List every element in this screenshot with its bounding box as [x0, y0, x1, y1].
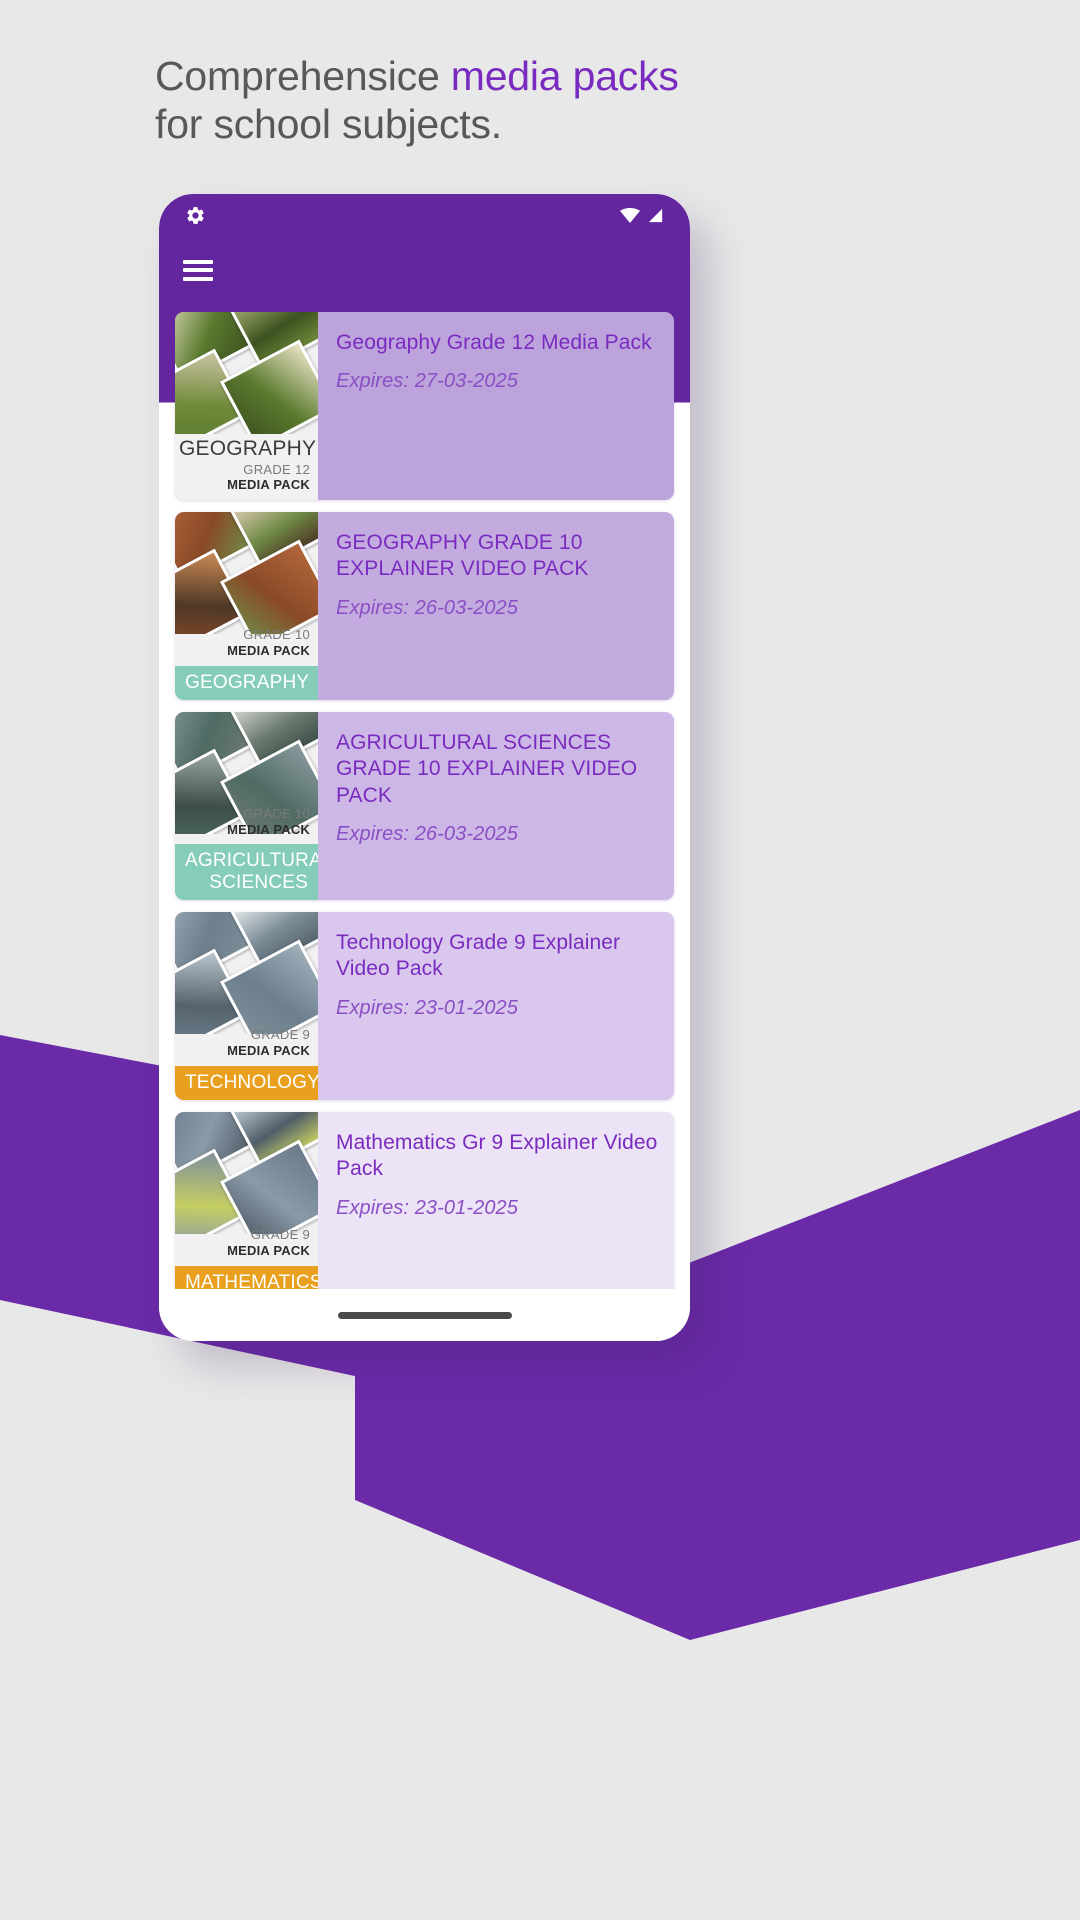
gear-icon	[187, 206, 204, 224]
hamburger-line	[183, 259, 213, 264]
wifi-icon	[620, 207, 640, 223]
media-pack-card[interactable]: GEOGRAPHY GRADE 12 MEDIA PACK Geography Gra…	[175, 312, 674, 500]
phone-screen: GEOGRAPHY GRADE 12 MEDIA PACK Geography Gra…	[159, 194, 690, 1341]
page-headline: Comprehensice media packs for school sub…	[155, 52, 855, 149]
media-pack-card-body: Geography Grade 12 Media Pack Expires: 27…	[318, 312, 674, 500]
thumbnail-meta: GEOGRAPHY GRADE 12 MEDIA PACK	[175, 437, 318, 500]
subject-badge: GEOGRAPHY	[175, 665, 318, 700]
subject-badge: MATHEMATICS	[175, 1265, 318, 1289]
thumbnail-grade-label: GRADE 12	[243, 461, 310, 477]
hamburger-menu-icon[interactable]	[183, 259, 213, 281]
thumbnail-subject-title: GEOGRAPHY	[179, 437, 317, 461]
media-pack-card-body: AGRICULTURAL SCIENCES GRADE 10 EXPLAINER…	[318, 712, 674, 900]
media-pack-expiry: Expires: 26-03-2025	[336, 822, 519, 845]
media-pack-expiry: Expires: 23-01-2025	[336, 996, 519, 1019]
hamburger-line	[183, 268, 213, 272]
media-pack-thumbnail: GRADE 9 MEDIA PACK TECHNOLOGY	[175, 912, 318, 1100]
thumbnail-meta: GRADE 10 MEDIA PACK	[175, 627, 318, 665]
thumbnail-meta: GRADE 9 MEDIA PACK	[175, 1227, 318, 1265]
thumbnail-grade-label: GRADE 10	[243, 627, 310, 643]
status-bar-right	[620, 207, 664, 223]
media-pack-title: Geography Grade 12 Media Pack	[336, 331, 652, 354]
media-pack-title: Mathematics Gr 9 Explainer Video Pack	[336, 1131, 658, 1181]
media-pack-list[interactable]: GEOGRAPHY GRADE 12 MEDIA PACK Geography Gra…	[159, 304, 690, 1289]
media-pack-card[interactable]: GRADE 9 MEDIA PACK TECHNOLOGY Technology Gr…	[175, 912, 674, 1100]
thumbnail-meta: GRADE 9 MEDIA PACK	[175, 1027, 318, 1065]
media-pack-title: GEOGRAPHY GRADE 10 EXPLAINER VIDEO PACK	[336, 531, 589, 581]
home-indicator	[337, 1311, 512, 1319]
thumbnail-pack-label: MEDIA PACK	[227, 1242, 310, 1258]
headline-line2: for school subjects.	[155, 101, 502, 148]
subject-badge: AGRICULTURAL SCIENCES	[175, 844, 318, 900]
phone-mockup: GEOGRAPHY GRADE 12 MEDIA PACK Geography Gra…	[159, 194, 690, 1341]
home-indicator-area	[159, 1289, 690, 1341]
thumbnail-pack-label: MEDIA PACK	[227, 477, 310, 493]
thumbnail-meta: GRADE 10 MEDIA PACK	[175, 806, 318, 844]
headline-line1-plain: Comprehensice	[155, 53, 451, 99]
media-pack-card[interactable]: GRADE 10 MEDIA PACK AGRICULTURAL SCIENCES A…	[175, 712, 674, 900]
thumbnail-pack-label: MEDIA PACK	[227, 821, 310, 837]
app-bar	[159, 236, 690, 304]
thumbnail-pack-label: MEDIA PACK	[227, 1042, 310, 1058]
media-pack-thumbnail: GRADE 10 MEDIA PACK AGRICULTURAL SCIENCES	[175, 712, 318, 900]
media-pack-card[interactable]: GRADE 10 MEDIA PACK GEOGRAPHY GEOGRAPHY GRA…	[175, 512, 674, 700]
media-pack-card-body: GEOGRAPHY GRADE 10 EXPLAINER VIDEO PACK E…	[318, 512, 674, 700]
media-pack-card-body: Technology Grade 9 Explainer Video Pack E…	[318, 912, 674, 1100]
worker-pole-photo	[175, 1112, 318, 1234]
status-bar	[159, 194, 690, 236]
media-pack-expiry: Expires: 27-03-2025	[336, 370, 519, 393]
thumbnail-grade-label: GRADE 9	[250, 1027, 310, 1043]
media-pack-title: AGRICULTURAL SCIENCES GRADE 10 EXPLAINER…	[336, 731, 638, 807]
thumbnail-grade-label: GRADE 10	[243, 805, 310, 821]
media-pack-list-inner: GEOGRAPHY GRADE 12 MEDIA PACK Geography Gra…	[167, 304, 682, 1289]
media-pack-thumbnail: GEOGRAPHY GRADE 12 MEDIA PACK	[175, 312, 318, 500]
media-pack-card-body: Mathematics Gr 9 Explainer Video Pack Exp…	[318, 1112, 674, 1289]
construction-site-photo	[175, 912, 318, 1034]
media-pack-expiry: Expires: 23-01-2025	[336, 1196, 519, 1219]
media-pack-title: Technology Grade 9 Explainer Video Pack	[336, 931, 621, 981]
media-pack-thumbnail: GRADE 9 MEDIA PACK MATHEMATICS	[175, 1112, 318, 1289]
media-pack-card[interactable]: GRADE 9 MEDIA PACK MATHEMATICS Mathematics …	[175, 1112, 674, 1289]
thumbnail-grade-label: GRADE 9	[250, 1227, 310, 1243]
cell-signal-icon	[648, 208, 663, 222]
thumbnail-pack-label: MEDIA PACK	[227, 642, 310, 658]
subject-badge: TECHNOLOGY	[175, 1065, 318, 1100]
mountain-landscape-photo	[175, 312, 318, 434]
media-pack-expiry: Expires: 26-03-2025	[336, 596, 519, 619]
headline-line1-accent: media packs	[450, 53, 679, 99]
potted-plants-cart-photo	[175, 512, 318, 634]
media-pack-thumbnail: GRADE 10 MEDIA PACK GEOGRAPHY	[175, 512, 318, 700]
status-bar-left	[185, 205, 206, 226]
hamburger-line	[183, 276, 213, 281]
